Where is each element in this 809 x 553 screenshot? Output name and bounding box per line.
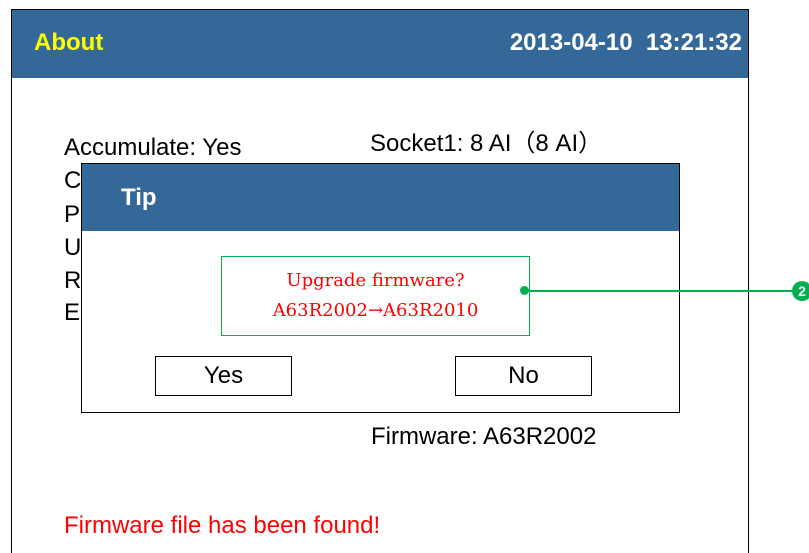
callout-line bbox=[528, 290, 795, 292]
firmware-version: Firmware: A63R2002 bbox=[371, 423, 597, 450]
socket1-label: Socket1: 8 AI（8 AI） bbox=[370, 130, 603, 157]
callout-dot bbox=[520, 286, 529, 295]
callout-number-badge: 2 bbox=[792, 281, 809, 301]
obscured-row-2: P bbox=[64, 201, 81, 228]
obscured-row-1: C bbox=[64, 167, 82, 194]
upgrade-question: Upgrade firmware? bbox=[286, 270, 465, 291]
no-button[interactable]: No bbox=[455, 356, 592, 396]
yes-button[interactable]: Yes bbox=[155, 356, 292, 396]
dialog-message: Upgrade firmware? A63R2002→A63R2010 bbox=[221, 256, 530, 336]
screen-title: About bbox=[34, 29, 104, 56]
stage: About 2013-04-10 13:21:32 Accumulate: Ye… bbox=[0, 0, 809, 553]
title-bar: About 2013-04-10 13:21:32 bbox=[12, 10, 748, 78]
accumulate-label: Accumulate: Yes bbox=[64, 134, 242, 161]
datetime-display: 2013-04-10 13:21:32 bbox=[509, 29, 742, 56]
dialog-title: Tip bbox=[121, 184, 157, 211]
tip-dialog: Tip Upgrade firmware? A63R2002→A63R2010 … bbox=[81, 163, 680, 413]
status-message: Firmware file has been found! bbox=[64, 512, 381, 539]
obscured-row-4: R bbox=[64, 267, 82, 294]
obscured-row-5: E bbox=[64, 299, 81, 326]
about-screen: About 2013-04-10 13:21:32 Accumulate: Ye… bbox=[11, 9, 749, 553]
dialog-header: Tip bbox=[82, 164, 679, 231]
version-change: A63R2002→A63R2010 bbox=[272, 300, 479, 321]
obscured-row-3: U bbox=[64, 234, 82, 261]
